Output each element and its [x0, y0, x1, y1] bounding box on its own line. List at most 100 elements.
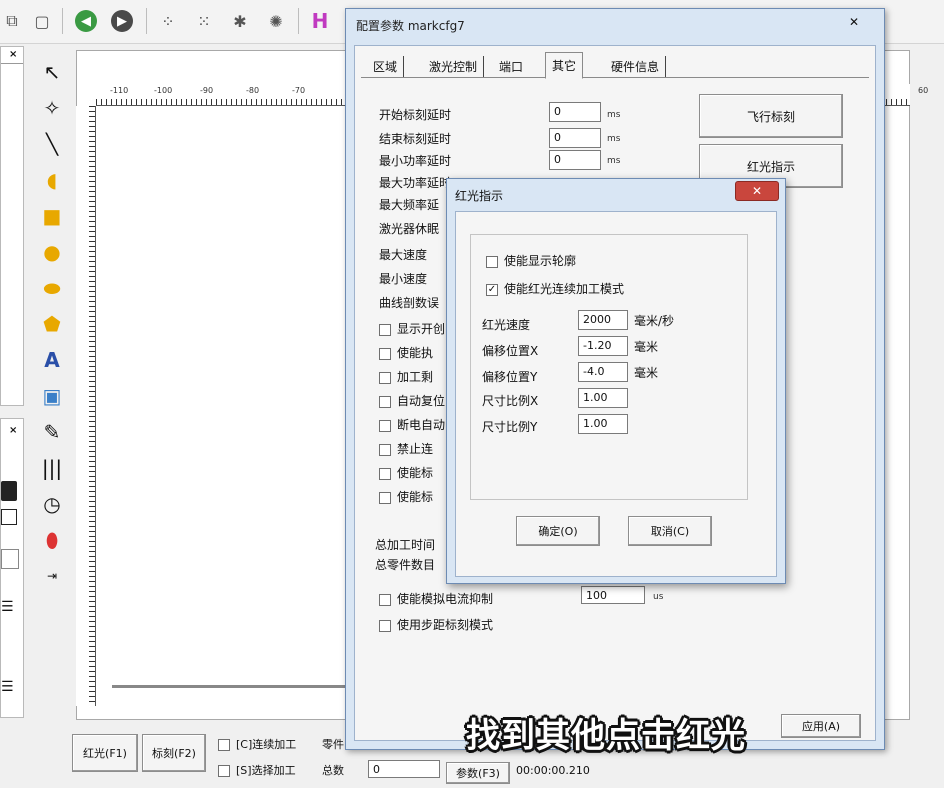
arrow-right-icon: ▶ [111, 10, 133, 32]
rectangle-icon[interactable]: ■ [38, 202, 66, 230]
tab-hardware-info[interactable]: 硬件信息 [605, 56, 667, 77]
option-checkbox[interactable]: 加工剩 [379, 368, 433, 385]
select-process-checkbox[interactable]: [S]选择加工 [218, 762, 296, 778]
copy-icon[interactable]: ⧉ [0, 9, 24, 33]
analog-unit: us [653, 592, 664, 602]
ruler-tick-label: -80 [246, 86, 260, 95]
close-button[interactable]: ✕ [735, 181, 779, 201]
continuous-mode-checkbox[interactable]: ✓ 使能红光连续加工模式 [486, 280, 624, 297]
red-speed-unit: 毫米/秒 [634, 314, 675, 328]
list-icon[interactable]: ☰ [1, 679, 14, 695]
arrow-left-icon: ◀ [75, 10, 97, 32]
image-icon[interactable]: ▣ [38, 382, 66, 410]
property-pane: × ☰ ☰ [0, 418, 24, 718]
red-light-f1-button[interactable]: 红光(F1) [72, 734, 138, 772]
step-mode-checkbox[interactable]: 使用步距标刻模式 [379, 616, 493, 633]
speed-label: 曲线剖数误 [379, 296, 440, 310]
tab-area[interactable]: 区域 [367, 56, 405, 77]
node-pen-icon[interactable]: ✧ [38, 94, 66, 122]
params-f3-button[interactable]: 参数(F3) [446, 762, 510, 784]
scale-x-field[interactable]: 1.00 [578, 388, 628, 408]
option-checkbox[interactable]: 自动复位 [379, 392, 445, 409]
option-checkbox[interactable]: 使能标 [379, 464, 433, 481]
option-label: 使能标 [397, 490, 434, 504]
tab-other[interactable]: 其它 [545, 52, 584, 79]
continuous-checkbox[interactable]: [C]连续加工 [218, 736, 296, 752]
node-add-icon[interactable]: ⁙ [192, 9, 216, 33]
fly-mark-button[interactable]: 飞行标刻 [699, 94, 843, 138]
ruler-tick-label: -110 [110, 86, 129, 95]
close-icon[interactable]: ✕ [834, 13, 874, 31]
curve-icon[interactable]: ◖ [38, 166, 66, 194]
offset-x-field[interactable]: -1.20 [578, 336, 628, 356]
barcode-icon[interactable]: ||| [38, 454, 66, 482]
mark-f2-button[interactable]: 标刻(F2) [142, 734, 206, 772]
frame-icon[interactable] [1, 509, 17, 525]
io-port-icon[interactable]: ⬮ [38, 526, 66, 554]
red-speed-field[interactable]: 2000 [578, 310, 628, 330]
polygon-icon[interactable]: ⬟ [38, 310, 66, 338]
ruler-tick-label: 60 [918, 86, 929, 95]
parts-label: 零件 [322, 738, 344, 751]
paste-icon[interactable]: ▢ [30, 9, 54, 33]
analog-current-label: 使能模拟电流抑制 [397, 592, 494, 606]
analog-current-checkbox[interactable]: 使能模拟电流抑制 [379, 590, 493, 607]
select-arrow-icon[interactable]: ↖ [38, 58, 66, 86]
node-delete-icon[interactable]: ✱ [228, 9, 252, 33]
option-label: 禁止连 [397, 442, 434, 456]
ok-button[interactable]: 确定(O) [516, 516, 600, 546]
show-outline-checkbox[interactable]: 使能显示轮廓 [486, 252, 576, 269]
offset-y-field[interactable]: -4.0 [578, 362, 628, 382]
scale-y-field[interactable]: 1.00 [578, 414, 628, 434]
red-light-dialog-body: 使能显示轮廓 ✓ 使能红光连续加工模式 红光速度 2000 毫米/秒 偏移位置X … [455, 211, 777, 577]
option-checkbox[interactable]: 使能执 [379, 344, 433, 361]
forward-button[interactable]: ▶ [110, 9, 134, 33]
object-list-pane: × [0, 46, 24, 406]
continuous-mode-label: 使能红光连续加工模式 [504, 282, 625, 296]
min-power-delay-field[interactable]: 0 [549, 150, 601, 170]
ellipse-icon[interactable]: ⬬ [38, 274, 66, 302]
node-break-icon[interactable]: ✺ [264, 9, 288, 33]
option-label: 断电自动 [397, 418, 446, 432]
tab-laser-control[interactable]: 激光控制 [423, 56, 485, 77]
list-icon[interactable]: ☰ [1, 599, 14, 615]
config-tabs: 区域 激光控制 端口 其它 硬件信息 [361, 52, 869, 79]
pane-divider [1, 63, 23, 64]
toolbar-separator [62, 8, 63, 34]
param-label: 激光器休眠 [379, 222, 440, 236]
option-checkbox[interactable]: 断电自动 [379, 416, 445, 433]
offset-y-unit: 毫米 [634, 366, 659, 380]
param-label: 结束标刻延时 [379, 132, 452, 146]
lock-icon[interactable] [1, 481, 17, 501]
apply-button[interactable]: 应用(A) [781, 714, 861, 738]
analog-value-field[interactable]: 100 [581, 586, 645, 604]
motion-icon[interactable]: ⇥ [38, 562, 66, 590]
vertical-ruler [76, 106, 96, 706]
cancel-button[interactable]: 取消(C) [628, 516, 712, 546]
speed-label: 最大速度 [379, 248, 428, 262]
option-checkbox[interactable]: 禁止连 [379, 440, 433, 457]
back-button[interactable]: ◀ [74, 9, 98, 33]
tab-port[interactable]: 端口 [493, 56, 529, 77]
option-label: 自动复位 [397, 394, 446, 408]
hatch-icon[interactable]: H [308, 9, 332, 33]
total-count-field[interactable]: 0 [368, 760, 440, 778]
node-edit-icon[interactable]: ⁘ [156, 9, 180, 33]
total-label: 总数 [322, 764, 344, 777]
close-icon[interactable]: × [9, 49, 17, 60]
timer-icon[interactable]: ◷ [38, 490, 66, 518]
option-checkbox[interactable]: 显示开创 [379, 320, 445, 337]
input-field[interactable] [1, 549, 19, 569]
param-unit: ms [607, 134, 621, 144]
circle-icon[interactable]: ● [38, 238, 66, 266]
option-label: 显示开创 [397, 322, 446, 336]
line-icon[interactable]: ╲ [38, 130, 66, 158]
text-icon[interactable]: A [38, 346, 66, 374]
close-icon[interactable]: × [9, 425, 17, 436]
start-delay-field[interactable]: 0 [549, 102, 601, 122]
drawing-tools: ↖ ✧ ╲ ◖ ■ ● ⬬ ⬟ A ▣ ✎ ||| ◷ ⬮ ⇥ [34, 50, 70, 610]
option-checkbox[interactable]: 使能标 [379, 488, 433, 505]
end-delay-field[interactable]: 0 [549, 128, 601, 148]
ruler-tick-label: -70 [292, 86, 306, 95]
vector-file-icon[interactable]: ✎ [38, 418, 66, 446]
